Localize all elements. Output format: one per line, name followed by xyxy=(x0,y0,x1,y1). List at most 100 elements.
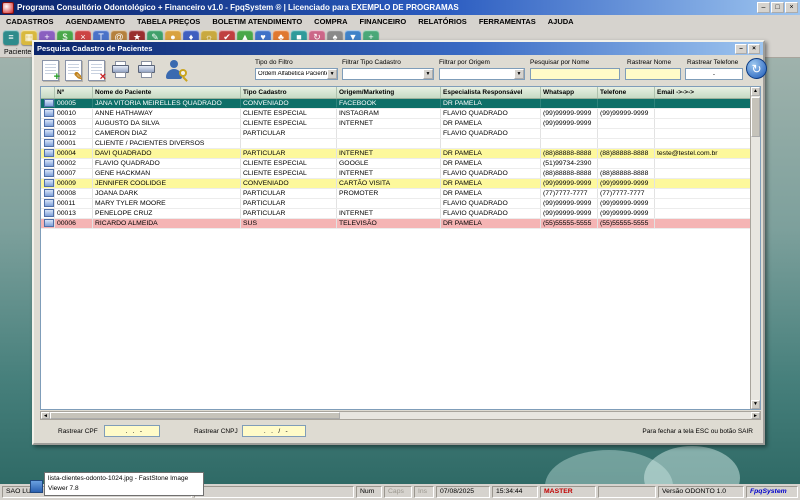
cell-num: 00002 xyxy=(55,159,93,168)
patient-row[interactable]: 00013PENELOPE CRUZPARTICULARINTERNETFLAV… xyxy=(41,209,760,219)
cell-email xyxy=(655,189,753,198)
toolbar-icon-01[interactable]: ≡ xyxy=(3,30,19,45)
maximize-button[interactable]: □ xyxy=(771,2,784,13)
cell-esp: DR PAMELA xyxy=(441,119,541,128)
patient-row[interactable]: 00011MARY TYLER MOOREPARTICULARFLAVIO QU… xyxy=(41,199,760,209)
cell-email xyxy=(655,159,753,168)
menu-item-8[interactable]: FERRAMENTAS xyxy=(473,17,542,26)
horizontal-scrollbar[interactable]: ◄ ► xyxy=(40,411,761,420)
grid-body: 00005JANA VITORIA MEIRELLES QUADRADOCONV… xyxy=(41,99,760,229)
cell-num: 00013 xyxy=(55,209,93,218)
filter-origem-combo[interactable]: ▼ xyxy=(439,68,525,80)
search-name-input[interactable] xyxy=(530,68,620,80)
patient-row[interactable]: 00002FLAVIO QUADRADOCLIENTE ESPECIALGOOG… xyxy=(41,159,760,169)
refresh-button[interactable]: ↻ xyxy=(746,58,767,79)
chevron-down-icon[interactable]: ▼ xyxy=(423,69,433,79)
track-phone-input[interactable] xyxy=(685,68,743,80)
menu-item-5[interactable]: COMPRA xyxy=(308,17,353,26)
menu-item-7[interactable]: RELATÓRIOS xyxy=(412,17,473,26)
cell-whatsapp: (99)99999-9999 xyxy=(541,199,598,208)
patient-row[interactable]: 00005JANA VITORIA MEIRELLES QUADRADOCONV… xyxy=(41,99,760,109)
cell-email xyxy=(655,199,753,208)
cell-email xyxy=(655,219,753,228)
cell-email: teste@testel.com.br xyxy=(655,149,753,158)
menu-item-9[interactable]: AJUDA xyxy=(542,17,580,26)
patient-row[interactable]: 00006RICARDO ALMEIDASUSTELEVISÃODR PAMEL… xyxy=(41,219,760,229)
track-cpf-input[interactable] xyxy=(104,425,160,437)
menu-item-3[interactable]: TABELA PREÇOS xyxy=(131,17,206,26)
titlebar: Programa Consultório Odontológico + Fina… xyxy=(0,0,800,15)
taskbar-item-icon[interactable] xyxy=(30,480,43,493)
menu-item-4[interactable]: BOLETIM ATENDIMENTO xyxy=(206,17,308,26)
patient-row[interactable]: 00009JENNIFER COOLIDGECONVENIADOCARTÃO V… xyxy=(41,179,760,189)
photo-icon xyxy=(44,99,54,107)
cell-num: 00004 xyxy=(55,149,93,158)
patient-row[interactable]: 00012CAMERON DIAZPARTICULARFLAVIO QUADRA… xyxy=(41,129,760,139)
status-panel-5: Ins xyxy=(414,486,434,498)
cell-esp: DR PAMELA xyxy=(441,159,541,168)
patient-row[interactable]: 00001CLIENTE / PACIENTES DIVERSOS xyxy=(41,139,760,149)
status-panel-7: 15:34:44 xyxy=(492,486,538,498)
search-name-label: Pesquisar por Nome xyxy=(530,59,589,66)
cell-nome: DAVI QUADRADO xyxy=(93,149,241,158)
cell-origem: INTERNET xyxy=(337,169,441,178)
dialog-minimize-button[interactable]: – xyxy=(735,44,747,54)
track-name-input[interactable] xyxy=(625,68,681,80)
filter-cadastro-combo[interactable]: ▼ xyxy=(342,68,434,80)
add-patient-button[interactable]: + xyxy=(42,60,59,81)
search-patient-button[interactable] xyxy=(163,59,187,81)
scrollbar-track[interactable] xyxy=(340,412,751,419)
print-button[interactable] xyxy=(111,61,131,79)
filter-type-label: Tipo do Filtro xyxy=(255,59,293,66)
filter-type-combo[interactable]: Ordem Alfabetica Paciente ▼ xyxy=(255,68,338,80)
cell-esp xyxy=(441,139,541,148)
print-list-button[interactable] xyxy=(137,61,157,79)
chevron-down-icon[interactable]: ▼ xyxy=(514,69,524,79)
menu-item-1[interactable]: CADASTROS xyxy=(0,17,60,26)
cell-nome: AUGUSTO DA SILVA xyxy=(93,119,241,128)
patient-row[interactable]: 00007GENE HACKMANCLIENTE ESPECIALINTERNE… xyxy=(41,169,760,179)
patient-row[interactable]: 00003AUGUSTO DA SILVACLIENTE ESPECIALINT… xyxy=(41,119,760,129)
menu-item-2[interactable]: AGENDAMENTO xyxy=(60,17,131,26)
toolbar-caption-paciente[interactable]: Paciente xyxy=(4,49,31,56)
edit-patient-button[interactable]: ✎ xyxy=(65,60,82,81)
column-header-icon xyxy=(41,87,55,98)
cell-email xyxy=(655,179,753,188)
patient-row[interactable]: 00008JOANA DARKPARTICULARPROMOTERDR PAME… xyxy=(41,189,760,199)
scrollbar-thumb[interactable] xyxy=(50,412,340,419)
cell-tipo: PARTICULAR xyxy=(241,189,337,198)
cell-whatsapp: (77)7777-7777 xyxy=(541,189,598,198)
cell-nome: PENELOPE CRUZ xyxy=(93,209,241,218)
scroll-up-icon[interactable]: ▲ xyxy=(751,87,760,96)
cell-origem: INSTAGRAM xyxy=(337,109,441,118)
cell-esp: FLAVIO QUADRADO xyxy=(441,129,541,138)
cell-num: 00010 xyxy=(55,109,93,118)
menu-item-6[interactable]: FINANCEIRO xyxy=(354,17,413,26)
delete-patient-button[interactable]: × xyxy=(88,60,105,81)
cell-num: 00003 xyxy=(55,119,93,128)
cell-nome: ANNE HATHAWAY xyxy=(93,109,241,118)
chevron-down-icon[interactable]: ▼ xyxy=(327,69,337,79)
cell-tipo: CLIENTE ESPECIAL xyxy=(241,109,337,118)
patient-row[interactable]: 00010ANNE HATHAWAYCLIENTE ESPECIALINSTAG… xyxy=(41,109,760,119)
cell-tipo: CLIENTE ESPECIAL xyxy=(241,159,337,168)
scroll-left-icon[interactable]: ◄ xyxy=(41,412,50,419)
cell-origem: TELEVISÃO xyxy=(337,219,441,228)
track-cnpj-input[interactable] xyxy=(242,425,306,437)
cell-nome: RICARDO ALMEIDA xyxy=(93,219,241,228)
scroll-right-icon[interactable]: ► xyxy=(751,412,760,419)
column-header: Email ->->-> xyxy=(655,87,753,98)
scroll-down-icon[interactable]: ▼ xyxy=(751,400,760,409)
minimize-button[interactable]: – xyxy=(757,2,770,13)
photo-icon xyxy=(44,129,54,137)
cell-email xyxy=(655,129,753,138)
dialog-close-button[interactable]: × xyxy=(748,44,760,54)
patient-row[interactable]: 00004DAVI QUADRADOPARTICULARINTERNETDR P… xyxy=(41,149,760,159)
status-panel-2 xyxy=(194,486,354,498)
close-button[interactable]: × xyxy=(785,2,798,13)
vertical-scrollbar[interactable]: ▲ ▼ xyxy=(750,87,760,409)
cell-origem: INTERNET xyxy=(337,209,441,218)
cell-nome: FLAVIO QUADRADO xyxy=(93,159,241,168)
scrollbar-thumb[interactable] xyxy=(751,97,760,137)
person-search-icon xyxy=(170,60,178,68)
